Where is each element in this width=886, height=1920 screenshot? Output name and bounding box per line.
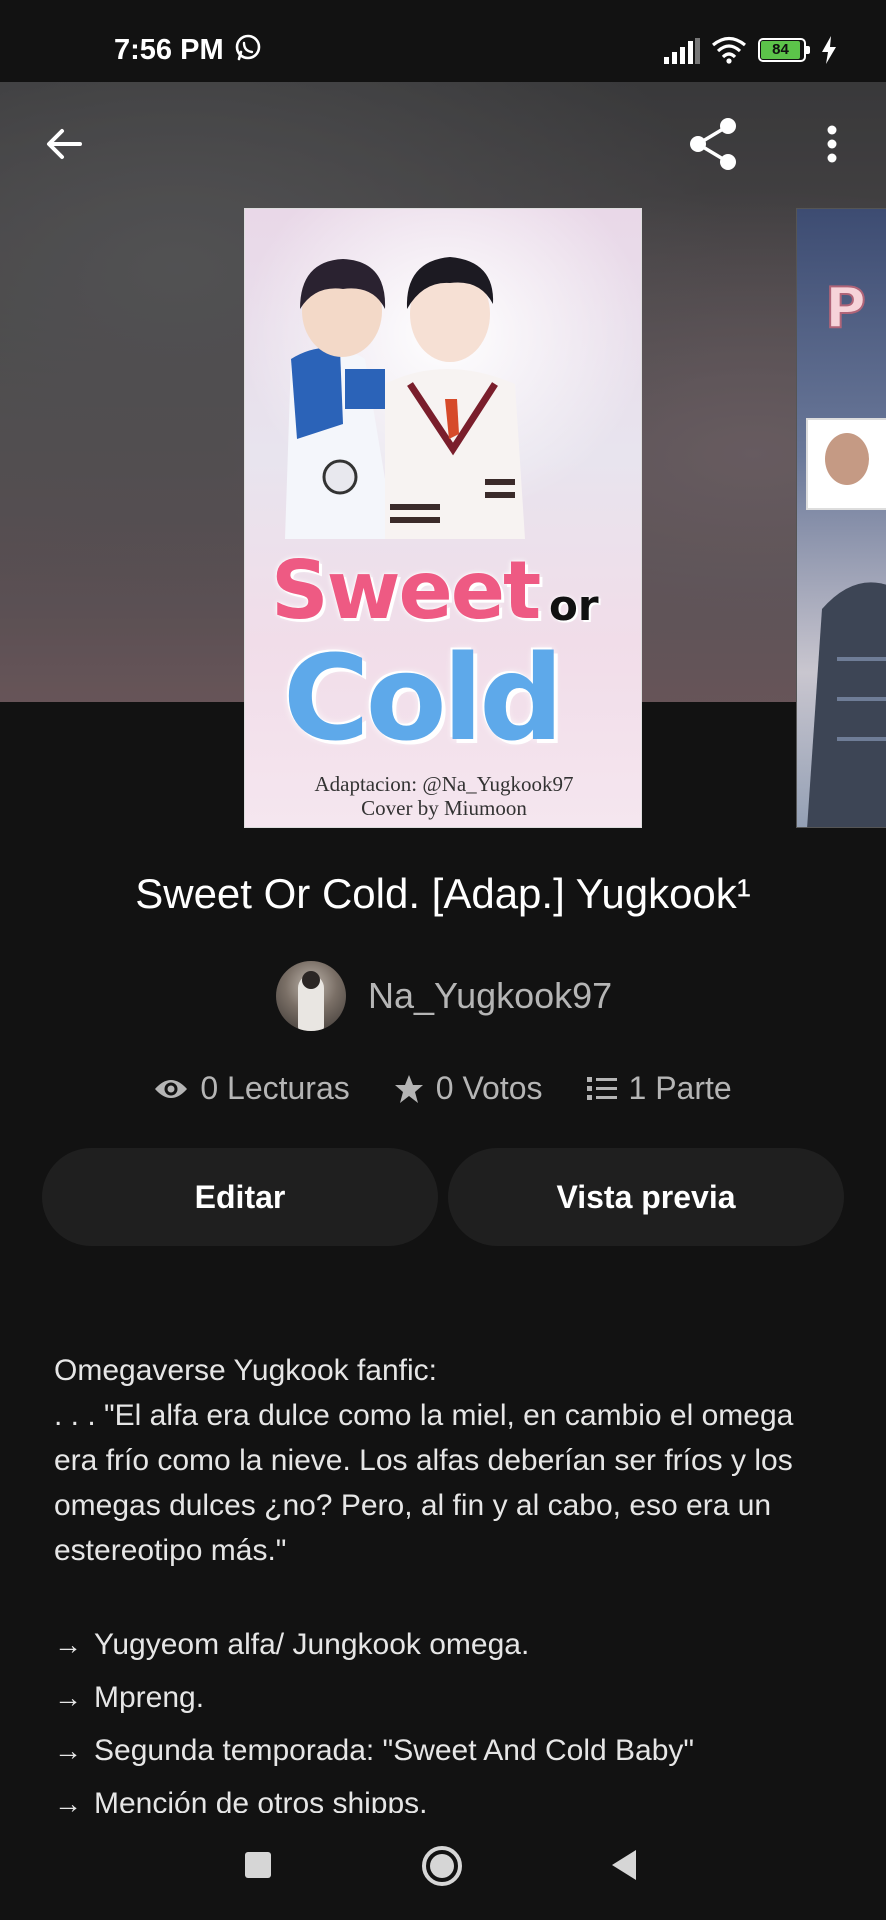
description-bullet: → Mpreng.	[54, 1671, 844, 1724]
recents-icon[interactable]	[244, 1851, 272, 1879]
description-bullet: → Mención de otros shipps.	[54, 1777, 844, 1813]
share-button[interactable]	[682, 112, 746, 176]
author-name[interactable]: Na_Yugkook97	[368, 975, 612, 1017]
battery-level: 84	[761, 41, 800, 59]
cover-title-or: or	[549, 581, 599, 630]
home-icon[interactable]	[421, 1845, 463, 1887]
parts-stat: 1 Parte	[586, 1070, 732, 1107]
cover-title-cold: Cold	[283, 629, 564, 767]
arrow-icon: →	[54, 1682, 82, 1713]
author-row[interactable]: Na_Yugkook97	[276, 960, 612, 1032]
cover-credit-adaptation: Adaptacion: @Na_Yugkook97	[314, 772, 574, 796]
more-vert-icon	[827, 125, 837, 163]
description-bullet: → Segunda temporada: "Sweet And Cold Baby…	[54, 1724, 844, 1777]
list-icon	[586, 1076, 617, 1100]
next-cover-illustration: P	[806, 275, 886, 827]
whatsapp-icon	[235, 34, 261, 61]
votes-count: 0 Votos	[435, 1070, 543, 1106]
reads-count: 0 Lecturas	[200, 1070, 350, 1106]
eye-icon	[155, 1079, 188, 1098]
wifi-icon	[712, 36, 746, 64]
back-arrow-icon	[47, 129, 82, 159]
parts-count: 1 Parte	[628, 1070, 732, 1106]
signal-icon	[664, 38, 700, 64]
description-intro: Omegaverse Yugkook fanfic:	[54, 1354, 437, 1387]
story-title: Sweet Or Cold. [Adap.] Yugkook¹	[135, 870, 751, 917]
status-bar: 7:56 PM 84	[0, 0, 886, 82]
star-icon	[394, 1074, 423, 1103]
arrow-icon: →	[54, 1788, 82, 1813]
preview-button[interactable]: Vista previa	[448, 1148, 844, 1246]
next-story-cover[interactable]: P	[796, 208, 886, 828]
edit-button[interactable]: Editar	[42, 1148, 438, 1246]
story-stats: 0 Lecturas 0 Votos 1 Parte	[0, 1070, 886, 1107]
back-button[interactable]	[32, 112, 96, 176]
cover-title-sweet: Sweet	[271, 544, 541, 637]
system-nav-bar	[0, 1813, 886, 1920]
svg-text:P: P	[825, 276, 866, 341]
arrow-icon: →	[54, 1629, 82, 1660]
arrow-icon: →	[54, 1735, 82, 1766]
more-options-button[interactable]	[800, 112, 864, 176]
battery-icon: 84	[758, 38, 814, 64]
status-time: 7:56 PM	[114, 34, 224, 66]
share-icon	[690, 118, 736, 170]
back-icon[interactable]	[610, 1849, 638, 1881]
description-paragraph: . . . "El alfa era dulce como la miel, e…	[54, 1399, 794, 1567]
author-avatar[interactable]	[276, 961, 346, 1031]
description-section[interactable]: Omegaverse Yugkook fanfic: . . . "El alf…	[0, 1348, 886, 1813]
charging-icon	[822, 36, 836, 64]
story-cover[interactable]: Sweet or Cold Adaptacion: @Na_Yugkook97 …	[244, 208, 642, 828]
reads-stat: 0 Lecturas	[154, 1070, 350, 1107]
votes-stat: 0 Votos	[394, 1070, 543, 1107]
cover-credit-artist: Cover by Miumoon	[361, 796, 527, 820]
description-bullet: → Yugyeom alfa/ Jungkook omega.	[54, 1618, 844, 1671]
